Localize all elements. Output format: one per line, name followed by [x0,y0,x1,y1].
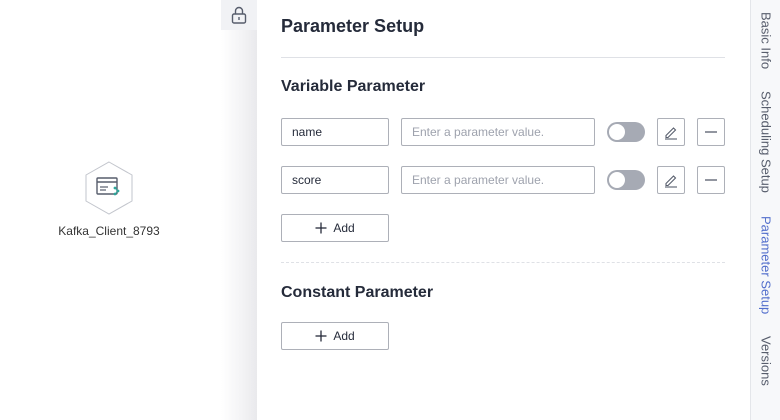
parameter-toggle[interactable] [607,170,645,190]
minus-icon [705,131,717,133]
parameter-value-input[interactable] [401,118,595,146]
constant-parameter-heading: Constant Parameter [281,284,434,301]
edit-parameter-button[interactable] [657,166,685,194]
remove-parameter-button[interactable] [697,166,725,194]
lock-button[interactable] [221,0,257,30]
kafka-client-node[interactable] [84,161,134,215]
workflow-canvas[interactable]: Kafka_Client_8793 [0,0,222,420]
tab-basic-info[interactable]: Basic Info [751,6,780,76]
side-tab-bar: Basic Info Scheduling Setup Parameter Se… [750,0,780,420]
parameter-value-input[interactable] [401,166,595,194]
variable-parameter-row: score [281,166,725,194]
edit-parameter-button[interactable] [657,118,685,146]
add-label: Add [333,329,355,343]
tab-versions[interactable]: Versions [751,330,780,392]
variable-parameter-row: name [281,118,725,146]
variable-parameter-heading: Variable Parameter [281,78,426,95]
add-variable-parameter-button[interactable]: Add [281,214,389,242]
panel-shadow [221,30,257,420]
plus-icon [315,330,327,342]
parameter-setup-panel: Parameter Setup Variable Parameter name … [257,0,750,420]
lock-icon [231,6,247,24]
parameter-name-field[interactable]: score [281,166,389,194]
tab-parameter-setup[interactable]: Parameter Setup [751,208,780,322]
title-divider [281,57,725,58]
toggle-knob [609,124,625,140]
toggle-knob [609,172,625,188]
add-label: Add [333,221,355,235]
minus-icon [705,179,717,181]
edit-icon [665,127,677,140]
node-label: Kafka_Client_8793 [58,224,160,238]
page-title: Parameter Setup [281,16,425,36]
section-divider [281,262,725,263]
add-constant-parameter-button[interactable]: Add [281,322,389,350]
tab-scheduling-setup[interactable]: Scheduling Setup [751,84,780,200]
kafka-node-icon [85,161,133,215]
remove-parameter-button[interactable] [697,118,725,146]
plus-icon [315,222,327,234]
parameter-toggle[interactable] [607,122,645,142]
parameter-name-field[interactable]: name [281,118,389,146]
edit-icon [665,175,677,188]
